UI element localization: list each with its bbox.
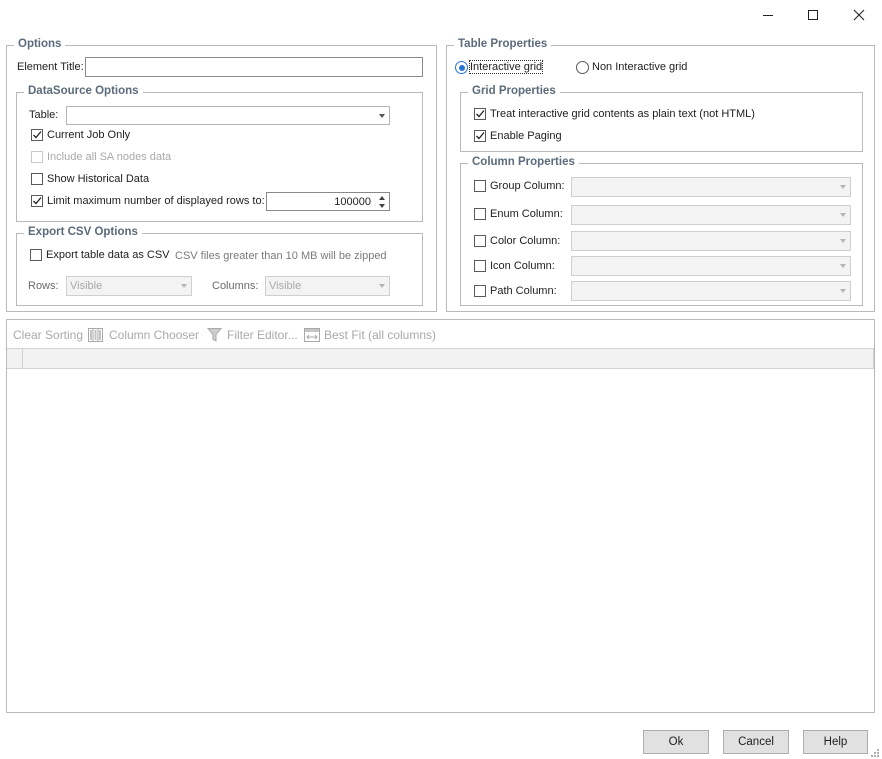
spin-up-icon[interactable] (379, 196, 385, 200)
rows-select[interactable]: Visible (66, 276, 192, 296)
grid-properties-group-title: Grid Properties (468, 85, 560, 97)
chevron-down-icon (840, 289, 846, 293)
spin-down-icon[interactable] (379, 204, 385, 208)
datasource-group-title: DataSource Options (24, 85, 143, 97)
column-chooser-button[interactable]: Column Chooser (109, 328, 199, 342)
minimize-icon (763, 15, 773, 16)
interactive-grid-label: Interactive grid (468, 60, 544, 74)
export-csv-checkbox[interactable] (30, 249, 42, 261)
color-column-checkbox[interactable] (474, 235, 486, 247)
rows-label: Rows: (28, 280, 59, 292)
icon-column-checkbox[interactable] (474, 260, 486, 272)
grid-properties-group: Grid Properties (460, 85, 863, 152)
non-interactive-grid-radio[interactable] (576, 61, 589, 74)
color-column-select[interactable] (571, 231, 851, 251)
icon-column-label: Icon Column: (490, 260, 555, 272)
cancel-button[interactable]: Cancel (723, 730, 789, 754)
grid-header-row (7, 348, 874, 369)
filter-editor-button[interactable]: Filter Editor... (227, 328, 298, 342)
grid-panel (6, 319, 875, 713)
chevron-down-icon (840, 239, 846, 243)
group-column-checkbox[interactable] (474, 180, 486, 192)
chevron-down-icon (379, 114, 385, 118)
enum-column-label: Enum Column: (490, 208, 563, 220)
table-properties-group-title: Table Properties (454, 38, 552, 50)
maximize-button[interactable] (796, 2, 830, 28)
export-csv-group-title: Export CSV Options (24, 226, 142, 238)
columns-select[interactable]: Visible (265, 276, 390, 296)
columns-select-value: Visible (269, 280, 302, 292)
help-button[interactable]: Help (803, 730, 868, 754)
enable-paging-checkbox[interactable] (474, 130, 486, 142)
chevron-down-icon (379, 284, 385, 288)
grid-header-divider (22, 348, 23, 369)
best-fit-button[interactable]: Best Fit (all columns) (324, 328, 436, 342)
close-button[interactable] (842, 2, 876, 28)
checkmark-icon (33, 131, 42, 139)
element-title-input[interactable] (85, 57, 423, 77)
options-group-title: Options (14, 38, 66, 50)
checkmark-icon (476, 110, 485, 118)
close-icon (853, 9, 865, 21)
limit-rows-checkbox[interactable] (31, 195, 43, 207)
export-csv-label: Export table data as CSV (46, 249, 170, 261)
plain-text-checkbox[interactable] (474, 108, 486, 120)
rows-select-value: Visible (70, 280, 103, 292)
chevron-down-icon (840, 213, 846, 217)
color-column-label: Color Column: (490, 235, 561, 247)
icon-column-select[interactable] (571, 256, 851, 276)
clear-sorting-button[interactable]: Clear Sorting (13, 328, 83, 342)
chevron-down-icon (840, 264, 846, 268)
group-column-label: Group Column: (490, 180, 565, 192)
show-historical-label: Show Historical Data (47, 173, 150, 185)
column-properties-group-title: Column Properties (468, 156, 579, 168)
columns-label: Columns: (212, 280, 259, 292)
grid-header-right-edge (873, 348, 874, 369)
path-column-select[interactable] (571, 281, 851, 301)
show-historical-checkbox[interactable] (31, 173, 43, 185)
ok-button[interactable]: Ok (643, 730, 709, 754)
interactive-grid-radio[interactable] (455, 61, 468, 74)
enum-column-select[interactable] (571, 205, 851, 225)
best-fit-icon (304, 328, 320, 342)
path-column-label: Path Column: (490, 285, 557, 297)
limit-rows-value: 100000 (334, 196, 371, 208)
column-chooser-icon (88, 328, 103, 342)
checkmark-icon (476, 132, 485, 140)
radio-selected-dot (458, 64, 465, 71)
non-interactive-grid-label: Non Interactive grid (592, 61, 688, 73)
enable-paging-label: Enable Paging (490, 130, 562, 142)
element-title-label: Element Title: (17, 61, 84, 73)
filter-icon (207, 328, 222, 342)
current-job-only-checkbox[interactable] (31, 129, 43, 141)
group-column-select[interactable] (571, 177, 851, 197)
maximize-icon (808, 10, 818, 20)
current-job-only-label: Current Job Only (47, 129, 131, 141)
table-select[interactable] (66, 106, 390, 125)
plain-text-label: Treat interactive grid contents as plain… (490, 108, 755, 120)
table-label: Table: (29, 109, 59, 121)
limit-rows-stepper[interactable]: 100000 (266, 192, 390, 211)
export-csv-note: CSV files greater than 10 MB will be zip… (175, 250, 387, 262)
chevron-down-icon (181, 284, 187, 288)
chevron-down-icon (840, 185, 846, 189)
limit-rows-label: Limit maximum number of displayed rows t… (47, 195, 265, 207)
resize-grip-icon[interactable] (871, 749, 880, 758)
checkmark-icon (33, 197, 42, 205)
include-all-sa-checkbox[interactable] (31, 151, 43, 163)
include-all-sa-label: Include all SA nodes data (47, 151, 172, 163)
path-column-checkbox[interactable] (474, 285, 486, 297)
enum-column-checkbox[interactable] (474, 208, 486, 220)
minimize-button[interactable] (751, 2, 785, 28)
